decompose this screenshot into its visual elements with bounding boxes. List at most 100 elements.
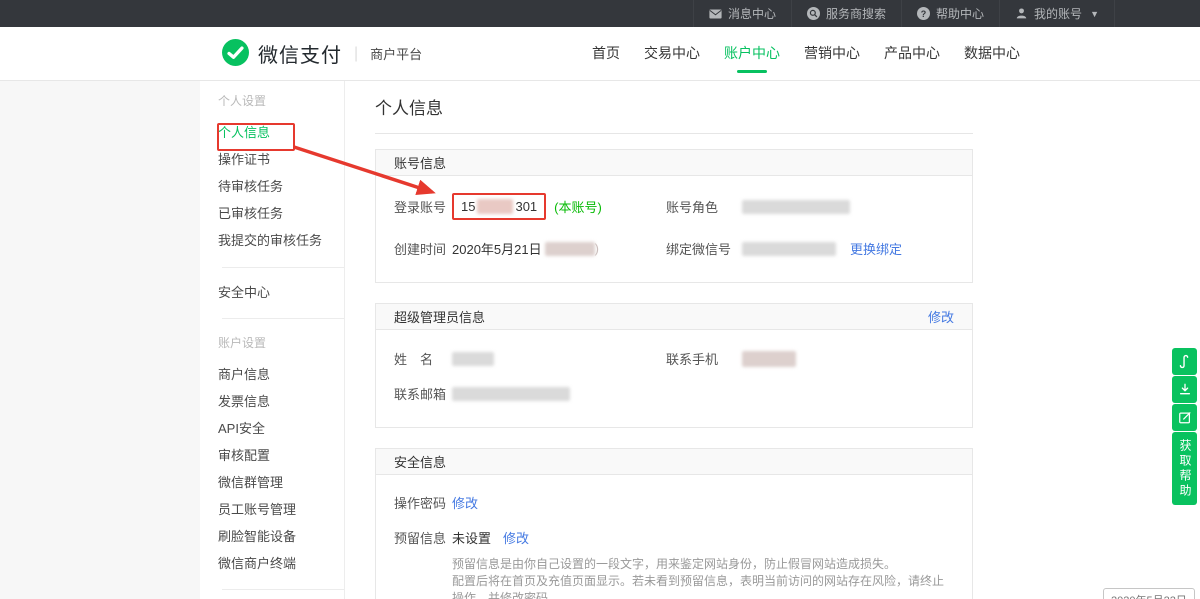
sidebar-item-wechat-merchant-terminal[interactable]: 微信商户终端	[218, 550, 344, 577]
topbar-message-center[interactable]: 消息中心	[693, 0, 791, 27]
brand[interactable]: 微信支付 | 商户平台	[222, 27, 422, 80]
reserved-info-label: 预留信息	[394, 528, 452, 547]
section-heading: 账号信息	[394, 153, 446, 172]
created-time-redacted	[545, 242, 595, 256]
admin-email-redacted	[452, 387, 570, 401]
login-account-value: 15 301	[452, 193, 546, 220]
wechat-pay-merchant-portal: 消息中心 服务商搜索 ? 帮助中心 我的账号 ▼	[0, 0, 1200, 599]
login-account-prefix: 15	[461, 199, 475, 214]
get-help-label: 获取帮助	[1172, 439, 1197, 499]
security-info-header: 安全信息	[376, 449, 972, 475]
created-time-label: 创建时间	[394, 239, 452, 258]
topbar-item-label: 帮助中心	[936, 5, 984, 22]
left-gutter	[0, 81, 200, 599]
sidebar-item-invoice-info[interactable]: 发票信息	[218, 388, 344, 415]
nav-account-center[interactable]: 账户中心	[722, 27, 782, 80]
security-info-body: 操作密码 修改 预留信息 未设置 修改 预留信息是由你自己设置的一段文字，用来鉴…	[376, 493, 972, 599]
admin-name-redacted	[452, 352, 494, 366]
reserved-info-description: 预留信息是由你自己设置的一段文字，用来鉴定网站身份，防止假冒网站造成损失。 配置…	[452, 556, 954, 599]
user-icon	[1015, 7, 1028, 20]
login-account-redacted	[477, 199, 513, 214]
section-heading: 超级管理员信息	[394, 307, 485, 326]
bound-wechat-redacted	[742, 242, 836, 256]
main-content: 个人信息 账号信息 登录账号 15 301	[375, 81, 973, 599]
sidebar-item-my-submitted-tasks[interactable]: 我提交的审核任务	[218, 227, 344, 254]
mail-icon	[709, 9, 722, 19]
bound-wechat-label: 绑定微信号	[666, 239, 742, 258]
topbar-help-center[interactable]: ? 帮助中心	[901, 0, 999, 27]
topbar-my-account[interactable]: 我的账号 ▼	[999, 0, 1115, 27]
account-role-redacted	[742, 200, 850, 214]
download-icon[interactable]	[1172, 376, 1197, 403]
search-icon	[807, 7, 820, 20]
created-time-value: 2020年5月21日	[452, 239, 542, 258]
admin-email-label: 联系邮箱	[394, 384, 452, 403]
topbar-provider-search[interactable]: 服务商搜索	[791, 0, 901, 27]
account-info-body: 登录账号 15 301 (本账号) 账号角色	[376, 193, 972, 282]
help-icon: ?	[917, 7, 930, 20]
get-help-button[interactable]: 获取帮助	[1172, 432, 1197, 505]
wechat-pay-logo-icon	[222, 39, 249, 69]
sidebar-item-reviewed-tasks[interactable]: 已审核任务	[218, 200, 344, 227]
nav-product-center[interactable]: 产品中心	[882, 27, 942, 80]
security-info-section: 安全信息 操作密码 修改 预留信息 未设置 修改 预留信息是由你自己设置的一段文…	[375, 448, 973, 599]
nav-data-center[interactable]: 数据中心	[962, 27, 1022, 80]
brand-name: 微信支付	[258, 39, 342, 68]
sidebar-item-face-smart-device[interactable]: 刷脸智能设备	[218, 523, 344, 550]
password-edit-link[interactable]: 修改	[452, 493, 478, 512]
sidebar-item-wechat-group-mgmt[interactable]: 微信群管理	[218, 469, 344, 496]
sidebar: 个人设置 个人信息 操作证书 待审核任务 已审核任务 我提交的审核任务 安全中心…	[200, 81, 345, 599]
link-icon[interactable]	[1172, 348, 1197, 375]
topbar-item-label: 消息中心	[728, 5, 776, 22]
header: 微信支付 | 商户平台 首页 交易中心 账户中心 营销中心 产品中心 数据中心	[0, 27, 1200, 81]
main-nav: 首页 交易中心 账户中心 营销中心 产品中心 数据中心	[590, 27, 1022, 80]
sidebar-item-operation-certificate[interactable]: 操作证书	[218, 146, 344, 173]
sidebar-heading-personal-settings: 个人设置	[218, 93, 344, 109]
admin-phone-redacted	[742, 351, 796, 367]
account-role-label: 账号角色	[666, 197, 742, 216]
topbar: 消息中心 服务商搜索 ? 帮助中心 我的账号 ▼	[0, 0, 1200, 27]
this-account-tag: (本账号)	[554, 197, 602, 216]
sidebar-item-review-config[interactable]: 审核配置	[218, 442, 344, 469]
super-admin-section: 超级管理员信息 修改 姓 名 联系手机 联系邮箱	[375, 303, 973, 428]
sidebar-item-personal-info[interactable]: 个人信息	[218, 119, 344, 146]
reserved-info-status: 未设置	[452, 528, 491, 547]
admin-name-label: 姓 名	[394, 349, 452, 368]
sidebar-item-security-center[interactable]: 安全中心	[218, 279, 344, 306]
account-info-header: 账号信息	[376, 150, 972, 176]
sidebar-heading-account-settings: 账户设置	[218, 335, 344, 351]
super-admin-header: 超级管理员信息 修改	[376, 304, 972, 330]
sidebar-divider	[222, 267, 344, 268]
edit-icon[interactable]	[1172, 404, 1197, 431]
super-admin-body: 姓 名 联系手机 联系邮箱	[376, 349, 972, 427]
floating-helper-stack: 获取帮助	[1172, 348, 1197, 505]
rebind-link[interactable]: 更换绑定	[850, 239, 902, 258]
admin-phone-label: 联系手机	[666, 349, 742, 368]
nav-marketing-center[interactable]: 营销中心	[802, 27, 862, 80]
sidebar-item-pending-review-tasks[interactable]: 待审核任务	[218, 173, 344, 200]
topbar-menu: 消息中心 服务商搜索 ? 帮助中心 我的账号 ▼	[693, 0, 1115, 27]
page-title: 个人信息	[375, 98, 973, 120]
section-heading: 安全信息	[394, 452, 446, 471]
nav-transaction-center[interactable]: 交易中心	[642, 27, 702, 80]
topbar-item-label: 我的账号	[1034, 5, 1082, 22]
nav-home[interactable]: 首页	[590, 27, 622, 80]
sidebar-item-staff-account-mgmt[interactable]: 员工账号管理	[218, 496, 344, 523]
topbar-item-label: 服务商搜索	[826, 5, 886, 22]
sidebar-item-api-security[interactable]: API安全	[218, 415, 344, 442]
created-time-paren: )	[595, 241, 599, 256]
brand-subtitle: 商户平台	[370, 44, 422, 63]
sidebar-item-merchant-info[interactable]: 商户信息	[218, 361, 344, 388]
description-line: 配置后将在首页及充值页面显示。若未看到预留信息，表明当前访问的网站存在风险，请终…	[452, 573, 954, 599]
account-info-section: 账号信息 登录账号 15 301 (本账号)	[375, 149, 973, 283]
sidebar-divider	[222, 318, 344, 319]
login-account-suffix: 301	[515, 199, 537, 214]
title-divider	[375, 133, 973, 134]
login-account-label: 登录账号	[394, 197, 452, 216]
chevron-down-icon: ▼	[1090, 9, 1099, 19]
brand-separator: |	[354, 45, 358, 63]
date-tooltip: 2020年5月22日	[1103, 588, 1195, 599]
admin-edit-link[interactable]: 修改	[928, 307, 954, 326]
sidebar-divider	[222, 589, 344, 590]
reserved-edit-link[interactable]: 修改	[503, 528, 529, 547]
